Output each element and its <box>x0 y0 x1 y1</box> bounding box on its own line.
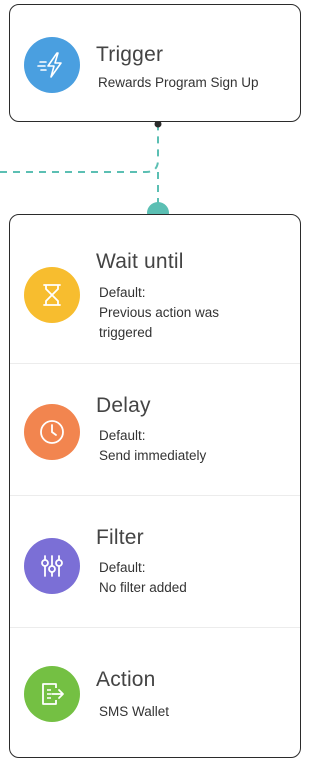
wait-value-line2: triggered <box>99 325 153 340</box>
wait-label: Default: <box>99 285 146 300</box>
workflow-canvas: Trigger Rewards Program Sign Up Wait unt… <box>0 0 302 761</box>
delay-icon-circle <box>24 404 80 460</box>
trigger-subtitle: Rewards Program Sign Up <box>98 75 259 90</box>
lightning-icon <box>37 52 62 78</box>
hourglass-icon <box>43 284 61 306</box>
action-icon-circle <box>24 666 80 722</box>
trigger-icon-circle <box>24 37 80 93</box>
sliders-icon <box>41 555 63 577</box>
delay-title: Delay <box>96 394 151 417</box>
steps-panel: Wait until Default: Previous action was … <box>9 214 301 758</box>
filter-title: Filter <box>96 526 144 549</box>
filter-icon-circle <box>24 538 80 594</box>
trigger-title: Trigger <box>96 43 164 66</box>
step-filter[interactable]: Filter Default: No filter added <box>10 495 300 627</box>
clock-icon <box>40 420 64 444</box>
wait-icon-circle <box>24 267 80 323</box>
wait-title: Wait until <box>96 250 184 273</box>
step-wait-until[interactable]: Wait until Default: Previous action was … <box>10 215 300 363</box>
filter-value: No filter added <box>99 580 187 595</box>
delay-label: Default: <box>99 428 146 443</box>
filter-label: Default: <box>99 560 146 575</box>
action-title: Action <box>96 668 156 691</box>
action-value: SMS Wallet <box>99 704 170 719</box>
branch-connector-line <box>0 126 159 173</box>
export-icon <box>42 683 64 705</box>
delay-value: Send immediately <box>99 448 207 463</box>
trigger-card[interactable]: Trigger Rewards Program Sign Up <box>9 4 301 122</box>
step-delay[interactable]: Delay Default: Send immediately <box>10 363 300 495</box>
wait-value-line1: Previous action was <box>99 305 220 320</box>
step-action[interactable]: Action SMS Wallet <box>10 627 300 757</box>
